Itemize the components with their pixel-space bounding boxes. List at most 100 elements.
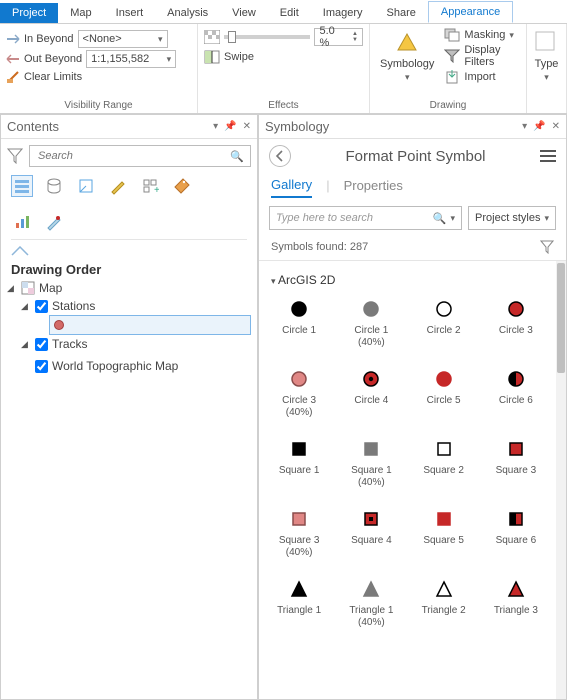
symbol-circle-3[interactable]: Circle 3 <box>482 291 550 355</box>
contents-title: Contents <box>7 119 59 134</box>
pin-icon[interactable]: 📌 <box>533 121 545 132</box>
symbol-square-3[interactable]: Square 3 <box>482 431 550 495</box>
symbol-square-6[interactable]: Square 6 <box>482 501 550 565</box>
gallery-group-heading[interactable]: ArcGIS 2D <box>265 269 550 291</box>
tab-imagery[interactable]: Imagery <box>311 3 375 23</box>
symbol-square-4[interactable]: Square 4 <box>337 501 405 565</box>
in-beyond-dropdown[interactable]: <None>▾ <box>78 30 168 48</box>
scrollbar[interactable] <box>556 261 566 699</box>
tab-project[interactable]: Project <box>0 3 58 23</box>
project-styles-dropdown[interactable]: Project styles▾ <box>468 206 556 230</box>
filter-icon[interactable] <box>7 148 23 164</box>
symbol-square-2[interactable]: Square 2 <box>410 431 478 495</box>
list-by-labeling-icon[interactable] <box>171 175 193 197</box>
list-by-source-icon[interactable] <box>43 175 65 197</box>
display-filters-button[interactable]: Display Filters <box>444 44 520 68</box>
tree-tracks-label[interactable]: Tracks <box>52 337 88 351</box>
out-beyond-icon <box>6 52 20 66</box>
list-by-drawing-order-icon[interactable] <box>11 175 33 197</box>
symbol-circle-6[interactable]: Circle 6 <box>482 361 550 425</box>
swipe-button[interactable]: Swipe <box>224 51 254 63</box>
filter-icon[interactable] <box>540 240 554 254</box>
contents-search[interactable]: 🔍 <box>29 145 251 167</box>
collapse-icon[interactable]: ◢ <box>7 283 17 294</box>
symbology-button[interactable]: Symbology ▾ <box>376 28 438 85</box>
tab-view[interactable]: View <box>220 3 268 23</box>
tab-analysis[interactable]: Analysis <box>155 3 220 23</box>
display-filters-icon <box>444 49 460 63</box>
close-icon[interactable]: ✕ <box>243 121 251 132</box>
tree-basemap-label[interactable]: World Topographic Map <box>52 359 178 373</box>
list-by-editing-icon[interactable] <box>107 175 129 197</box>
in-beyond-label: In Beyond <box>24 33 74 45</box>
ribbon-tabs: Project Map Insert Analysis View Edit Im… <box>0 0 567 24</box>
symbol-triangle-1-40[interactable]: Triangle 1(40%) <box>337 571 405 635</box>
search-icon[interactable]: 🔍 <box>433 212 447 225</box>
drawing-group: Drawing <box>376 98 520 113</box>
menu-icon[interactable] <box>540 150 556 162</box>
type-button[interactable]: Type ▾ <box>533 28 560 85</box>
symbol-search[interactable]: Type here to search 🔍 ▾ <box>269 206 462 230</box>
symbol-gallery: ArcGIS 2D Circle 1Circle 1(40%)Circle 2C… <box>259 261 556 699</box>
close-icon[interactable]: ✕ <box>552 121 560 132</box>
dropdown-icon[interactable]: ▾ <box>522 121 527 132</box>
symbol-circle-5[interactable]: Circle 5 <box>410 361 478 425</box>
chevron-down-icon: ▾ <box>158 34 163 45</box>
symbology-title: Symbology <box>265 119 329 134</box>
basemap-visibility-checkbox[interactable] <box>35 360 48 373</box>
chevron-down-icon: ▾ <box>544 213 549 224</box>
tree-map-label[interactable]: Map <box>39 281 62 295</box>
dropdown-icon[interactable]: ▾ <box>213 121 218 132</box>
tracks-visibility-checkbox[interactable] <box>35 338 48 351</box>
list-by-pairing-icon[interactable] <box>43 211 65 233</box>
contents-search-input[interactable] <box>36 149 230 163</box>
symbol-triangle-3[interactable]: Triangle 3 <box>482 571 550 635</box>
import-icon <box>444 70 460 84</box>
symbol-circle-3-40[interactable]: Circle 3(40%) <box>265 361 333 425</box>
collapse-icon[interactable]: ◢ <box>21 301 31 312</box>
list-by-snapping-icon[interactable]: + <box>139 175 161 197</box>
symbol-square-1-40[interactable]: Square 1(40%) <box>337 431 405 495</box>
transparency-slider[interactable] <box>224 35 310 39</box>
pin-icon[interactable]: 📌 <box>224 121 236 132</box>
list-by-chart-icon[interactable] <box>11 211 33 233</box>
stations-symbol-selected[interactable] <box>49 315 251 335</box>
masking-icon <box>444 28 460 42</box>
svg-text:+: + <box>154 185 159 195</box>
symbol-circle-2[interactable]: Circle 2 <box>410 291 478 355</box>
symbol-square-5[interactable]: Square 5 <box>410 501 478 565</box>
chevron-down-icon: ▾ <box>405 72 410 83</box>
subtab-gallery[interactable]: Gallery <box>271 173 312 198</box>
symbols-found-label: Symbols found: 287 <box>271 241 368 253</box>
symbol-triangle-1[interactable]: Triangle 1 <box>265 571 333 635</box>
import-button[interactable]: Import <box>444 70 520 84</box>
spinner-icon[interactable]: ▲▼ <box>352 31 358 43</box>
list-by-selection-icon[interactable] <box>75 175 97 197</box>
tab-insert[interactable]: Insert <box>104 3 156 23</box>
tree-stations-label[interactable]: Stations <box>52 299 95 313</box>
search-icon[interactable]: 🔍 <box>230 150 244 163</box>
back-button[interactable] <box>269 145 291 167</box>
subtab-properties[interactable]: Properties <box>344 174 403 197</box>
chevron-down-icon[interactable]: ▾ <box>451 213 456 224</box>
collapse-icon[interactable]: ◢ <box>21 339 31 350</box>
stations-visibility-checkbox[interactable] <box>35 300 48 313</box>
tab-map[interactable]: Map <box>58 3 103 23</box>
symbol-square-3-40[interactable]: Square 3(40%) <box>265 501 333 565</box>
symbol-square-1[interactable]: Square 1 <box>265 431 333 495</box>
tab-share[interactable]: Share <box>375 3 428 23</box>
transparency-value[interactable]: 5.0 % ▲▼ <box>314 28 363 46</box>
tab-edit[interactable]: Edit <box>268 3 311 23</box>
clear-limits-button[interactable]: Clear Limits <box>24 71 82 83</box>
masking-button[interactable]: Masking▾ <box>444 28 520 42</box>
symbol-triangle-2[interactable]: Triangle 2 <box>410 571 478 635</box>
out-beyond-dropdown[interactable]: 1:1,155,582▾ <box>86 50 176 68</box>
visibility-range-group: Visibility Range <box>6 98 191 113</box>
symbol-circle-1-40[interactable]: Circle 1(40%) <box>337 291 405 355</box>
contents-pane: Contents ▾ 📌 ✕ 🔍 + <box>0 114 258 700</box>
symbol-search-placeholder: Type here to search <box>276 212 373 224</box>
symbol-circle-1[interactable]: Circle 1 <box>265 291 333 355</box>
symbol-circle-4[interactable]: Circle 4 <box>337 361 405 425</box>
out-beyond-label: Out Beyond <box>24 53 82 65</box>
tab-appearance[interactable]: Appearance <box>428 1 513 23</box>
